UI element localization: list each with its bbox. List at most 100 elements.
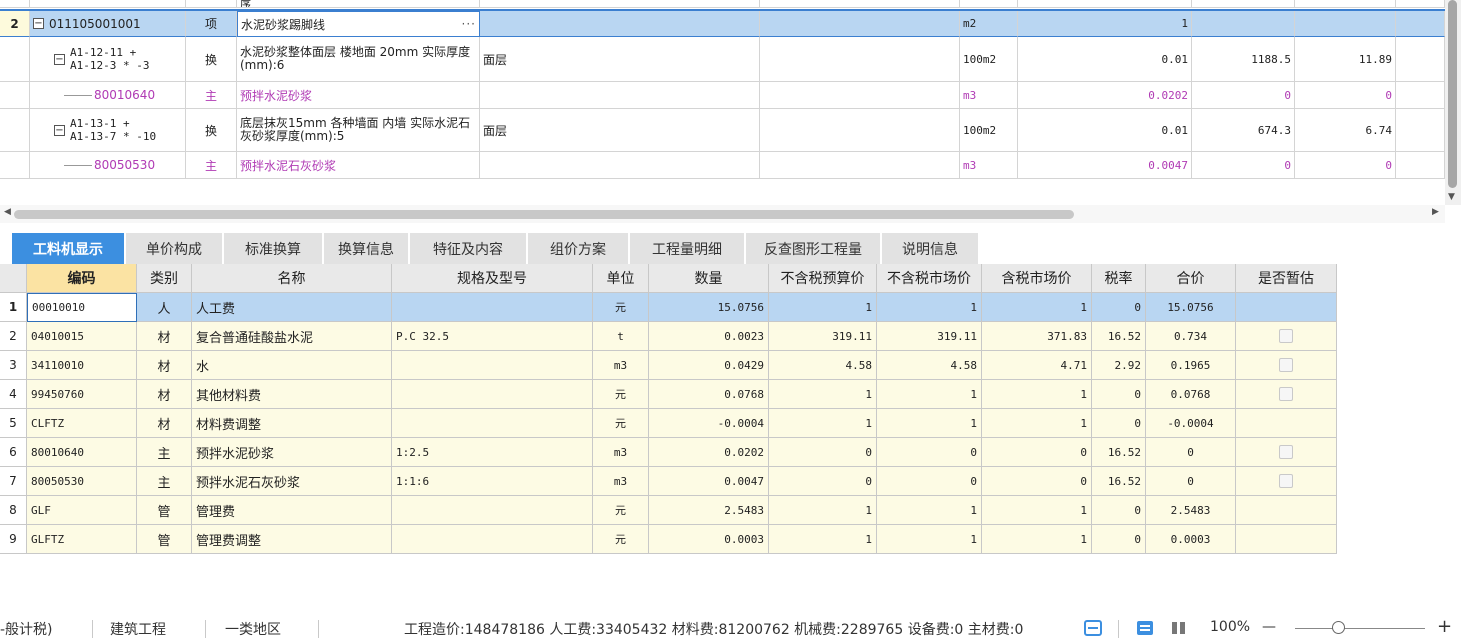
resource-name[interactable]: 管理费 — [192, 496, 392, 525]
tax-market-price[interactable]: 1 — [982, 409, 1092, 438]
tax-market-price[interactable]: 371.83 — [982, 322, 1092, 351]
total-price[interactable]: 0.734 — [1146, 322, 1236, 351]
resource-category[interactable]: 主 — [137, 467, 192, 496]
item-code-cell[interactable]: − 011105001001 — [30, 11, 186, 37]
total-price[interactable]: 0.0768 — [1146, 380, 1236, 409]
table-row[interactable]: − A1-12-11 + A1-12-3 * -3 换 水泥砂浆整体面层 楼地面… — [0, 37, 1445, 82]
tab-features[interactable]: 特征及内容 — [410, 233, 528, 264]
resource-code[interactable]: 00010010 — [27, 293, 137, 322]
scroll-left-icon[interactable]: ◀ — [4, 207, 11, 217]
resource-name[interactable]: 管理费调整 — [192, 525, 392, 554]
col-header[interactable]: 名称 — [192, 264, 392, 293]
total-price[interactable]: 0 — [1146, 467, 1236, 496]
resource-code[interactable]: GLFTZ — [27, 525, 137, 554]
market-price[interactable]: 1 — [877, 409, 982, 438]
resource-spec[interactable] — [392, 496, 593, 525]
tax-market-price[interactable]: 1 — [982, 380, 1092, 409]
col-header[interactable]: 不含税市场价 — [877, 264, 982, 293]
budget-price[interactable]: 4.58 — [769, 351, 877, 380]
col-header[interactable]: 是否暂估 — [1236, 264, 1337, 293]
market-price[interactable]: 1 — [877, 496, 982, 525]
row-index[interactable]: 5 — [0, 409, 27, 438]
resource-code[interactable]: 04010015 — [27, 322, 137, 351]
table-row[interactable]: 7 80050530 主预拌水泥石灰砂浆 1:1:6 m3 0.0047 0 0 0 16.52 0 — [0, 467, 1337, 496]
resource-qty[interactable]: 0.0047 — [649, 467, 769, 496]
resource-category[interactable]: 主 — [137, 438, 192, 467]
tax-rate[interactable]: 0 — [1092, 496, 1146, 525]
row-index[interactable]: 7 — [0, 467, 27, 496]
budget-price[interactable]: 319.11 — [769, 322, 877, 351]
tax-rate[interactable]: 2.92 — [1092, 351, 1146, 380]
col-header[interactable]: 合价 — [1146, 264, 1236, 293]
resource-unit[interactable]: 元 — [593, 409, 649, 438]
provisional-checkbox[interactable] — [1279, 329, 1293, 343]
provisional-checkbox[interactable] — [1279, 445, 1293, 459]
resource-category[interactable]: 材 — [137, 322, 192, 351]
resource-category[interactable]: 人 — [137, 293, 192, 322]
column-view-icon[interactable] — [1170, 620, 1188, 636]
resource-category[interactable]: 管 — [137, 496, 192, 525]
budget-price[interactable]: 0 — [769, 438, 877, 467]
col-header[interactable]: 税率 — [1092, 264, 1146, 293]
resource-spec[interactable] — [392, 351, 593, 380]
table-row[interactable]: 1 00010010 人人工费元 15.0756 1 1 1 0 15.0756 — [0, 293, 1337, 322]
resource-name[interactable]: 其他材料费 — [192, 380, 392, 409]
resource-unit[interactable]: 元 — [593, 496, 649, 525]
discipline-label[interactable]: 建筑工程 — [110, 619, 166, 639]
tab-conversion-info[interactable]: 换算信息 — [324, 233, 410, 264]
budget-price[interactable]: 1 — [769, 380, 877, 409]
resource-qty[interactable]: 15.0756 — [649, 293, 769, 322]
resource-category[interactable]: 管 — [137, 525, 192, 554]
resource-spec[interactable] — [392, 293, 593, 322]
row-index[interactable]: 6 — [0, 438, 27, 467]
table-row[interactable]: 6 80010640 主预拌水泥砂浆 1:2.5 m3 0.0202 0 0 0 16.52 0 — [0, 438, 1337, 467]
resource-category[interactable]: 材 — [137, 409, 192, 438]
row-index[interactable]: 4 — [0, 380, 27, 409]
tax-rate[interactable]: 16.52 — [1092, 467, 1146, 496]
horizontal-scrollbar[interactable]: ◀ ▶ — [0, 205, 1445, 223]
collapse-icon[interactable]: − — [54, 124, 65, 136]
tab-quantity-detail[interactable]: 工程量明细 — [630, 233, 746, 264]
vertical-scrollbar[interactable]: ▼ — [1445, 0, 1461, 205]
table-row[interactable]: 80010640 主 预拌水泥砂浆 m3 0.0202 0 0 — [0, 82, 1445, 109]
resource-name[interactable]: 材料费调整 — [192, 409, 392, 438]
resource-code[interactable]: 34110010 — [27, 351, 137, 380]
scroll-thumb[interactable] — [1448, 0, 1457, 188]
row-index[interactable]: 9 — [0, 525, 27, 554]
col-header[interactable]: 规格及型号 — [392, 264, 593, 293]
tax-rate[interactable]: 16.52 — [1092, 322, 1146, 351]
tax-market-price[interactable]: 4.71 — [982, 351, 1092, 380]
total-price[interactable]: -0.0004 — [1146, 409, 1236, 438]
resource-name[interactable]: 预拌水泥石灰砂浆 — [192, 467, 392, 496]
scroll-down-icon[interactable]: ▼ — [1448, 192, 1455, 202]
table-row[interactable]: 3 34110010 材水 m3 0.0429 4.58 4.58 4.71 2.92 0.196… — [0, 351, 1337, 380]
ellipsis-icon[interactable]: ··· — [462, 17, 476, 31]
zoom-slider-handle[interactable] — [1332, 621, 1345, 634]
scroll-right-icon[interactable]: ▶ — [1432, 207, 1439, 217]
table-row[interactable]: 9 GLFTZ 管管理费调整元 0.0003 1 1 1 0 0.0003 — [0, 525, 1337, 554]
scroll-thumb[interactable] — [14, 210, 1074, 219]
resource-code[interactable]: GLF — [27, 496, 137, 525]
table-row[interactable]: − A1-13-1 + A1-13-7 * -10 换 底层抹灰15mm 各种墙… — [0, 109, 1445, 152]
resource-code[interactable]: 99450760 — [27, 380, 137, 409]
market-price[interactable]: 4.58 — [877, 351, 982, 380]
tab-graphic-quantity[interactable]: 反查图形工程量 — [746, 233, 882, 264]
tab-unit-price[interactable]: 单价构成 — [126, 233, 224, 264]
market-price[interactable]: 0 — [877, 438, 982, 467]
zoom-slider-track[interactable] — [1295, 628, 1425, 629]
resource-spec[interactable]: P.C 32.5 — [392, 322, 593, 351]
resource-spec[interactable] — [392, 380, 593, 409]
col-header[interactable]: 含税市场价 — [982, 264, 1092, 293]
tax-market-price[interactable]: 0 — [982, 438, 1092, 467]
resource-code[interactable]: 80010640 — [27, 438, 137, 467]
market-price[interactable]: 0 — [877, 467, 982, 496]
row-index[interactable]: 1 — [0, 293, 27, 322]
resource-unit[interactable]: 元 — [593, 525, 649, 554]
table-row[interactable]: 2 04010015 材复合普通硅酸盐水泥 P.C 32.5 t 0.0023 319.11… — [0, 322, 1337, 351]
material-code-cell[interactable]: 80050530 — [30, 152, 186, 179]
provisional-checkbox[interactable] — [1279, 474, 1293, 488]
resource-unit[interactable]: m3 — [593, 351, 649, 380]
tax-mode-label[interactable]: -般计税) — [0, 619, 53, 639]
resource-unit[interactable]: m3 — [593, 467, 649, 496]
resource-qty[interactable]: 0.0003 — [649, 525, 769, 554]
